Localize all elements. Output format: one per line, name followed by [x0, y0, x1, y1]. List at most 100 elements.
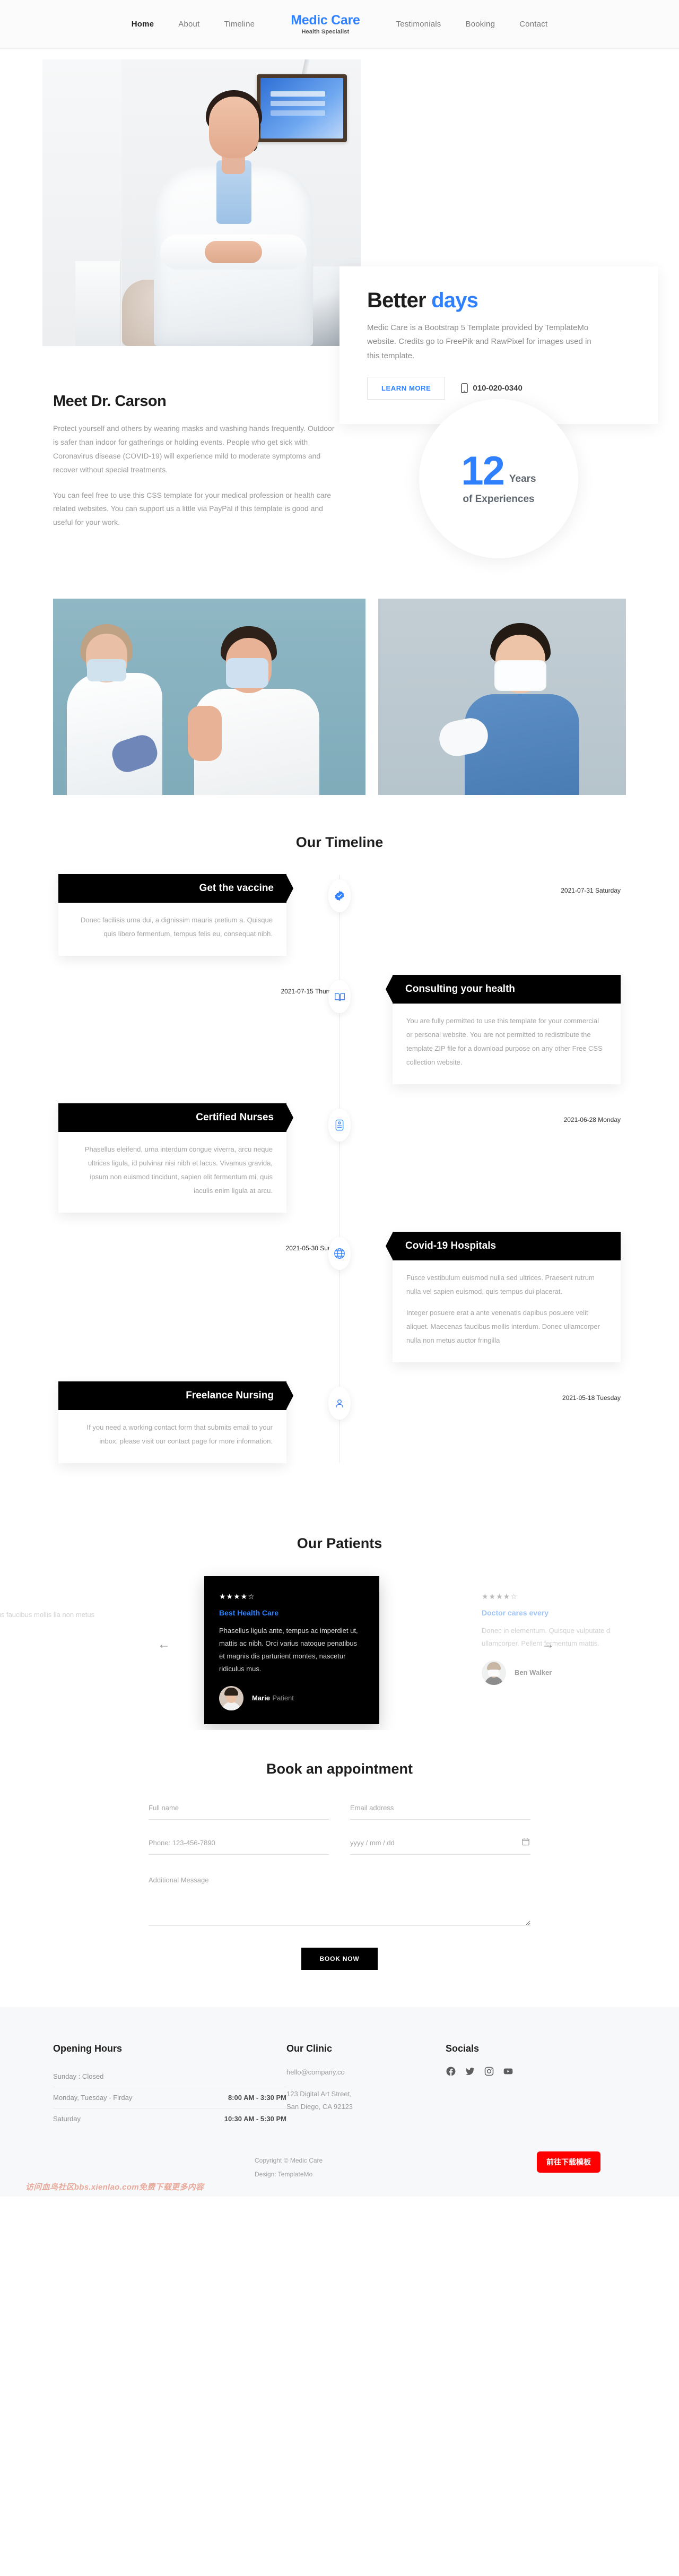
- timeline-date: 2021-06-28 Monday: [563, 1116, 621, 1123]
- nav-link-home[interactable]: Home: [132, 20, 154, 29]
- hero-section: Better days Medic Care is a Bootstrap 5 …: [0, 49, 679, 424]
- gallery-image-vaccination: [53, 599, 365, 795]
- instagram-icon[interactable]: [484, 2066, 494, 2077]
- timeline-date: 2021-05-18 Tuesday: [562, 1394, 621, 1402]
- timeline-section: Our Timeline Get the vaccine Donec facil…: [0, 795, 679, 1503]
- testimonial-quote: venatis dapibus faucibus mollis lla non …: [0, 1611, 95, 1619]
- timeline-card: Certified Nurses Phasellus eleifend, urn…: [58, 1103, 286, 1213]
- timeline-paragraph: If you need a working contact form that …: [86, 1423, 273, 1445]
- clinic-email[interactable]: hello@company.co: [286, 2066, 446, 2079]
- timeline-item: Get the vaccine Donec facilisis urna dui…: [58, 874, 621, 956]
- hours-row: Saturday 10:30 AM - 5:30 PM: [53, 2108, 286, 2129]
- nav-link-about[interactable]: About: [178, 20, 199, 29]
- experience-of-label: of Experiences: [463, 494, 535, 505]
- timeline-item: 2021-07-15 Thursday Consulting your heal…: [58, 975, 621, 1084]
- timeline-paragraph: Donec facilisis urna dui, a dignissim ma…: [81, 916, 273, 938]
- book-icon: [328, 980, 351, 1013]
- patients-title: Our Patients: [297, 1535, 382, 1551]
- fullname-input[interactable]: [149, 1799, 329, 1820]
- timeline-date: 2021-07-15 Thursday: [281, 988, 342, 995]
- timeline-paragraph: Fusce vestibulum euismod nulla sed ultri…: [406, 1274, 595, 1295]
- hero-title-accent: days: [431, 289, 478, 312]
- testimonial-card-active[interactable]: ★★★★☆ Best Health Care Phasellus ligula …: [204, 1576, 379, 1725]
- booking-title: Book an appointment: [266, 1761, 413, 1777]
- timeline-date: 2021-07-31 Saturday: [561, 887, 621, 894]
- nav-link-booking[interactable]: Booking: [466, 20, 495, 29]
- clinic-address: 123 Digital Art Street, San Diego, CA 92…: [286, 2089, 353, 2111]
- page-root: Home About Timeline Medic Care Health Sp…: [0, 0, 679, 2197]
- globe-icon: [328, 1237, 351, 1270]
- booking-form: BOOK NOW: [149, 1799, 530, 1970]
- date-input[interactable]: [350, 1834, 530, 1855]
- about-section: Meet Dr. Carson Protect yourself and oth…: [0, 356, 679, 580]
- star-rating: ★★★★☆: [219, 1592, 255, 1601]
- testimonial-carousel: ★★★★☆ venatis dapibus faucibus mollis ll…: [0, 1576, 679, 1725]
- timeline-card-body: Fusce vestibulum euismod nulla sed ultri…: [393, 1260, 621, 1362]
- timeline-card-title: Get the vaccine: [58, 874, 286, 903]
- site-brand[interactable]: Medic Care Health Specialist: [291, 13, 360, 35]
- youtube-icon[interactable]: [503, 2066, 513, 2077]
- hours-row: Sunday : Closed: [53, 2066, 286, 2087]
- star-rating: ★★★★☆: [0, 1592, 102, 1601]
- timeline-card-title: Freelance Nursing: [58, 1381, 286, 1410]
- nav-link-testimonials[interactable]: Testimonials: [396, 20, 441, 29]
- timeline-date: 2021-05-30 Sunday: [285, 1244, 342, 1252]
- timeline-title: Our Timeline: [295, 834, 384, 850]
- about-text-column: Meet Dr. Carson Protect yourself and oth…: [42, 393, 340, 558]
- timeline-card: Freelance Nursing If you need a working …: [58, 1381, 286, 1463]
- testimonial-person: Ben Walker: [482, 1661, 627, 1685]
- phone-input[interactable]: [149, 1834, 329, 1855]
- download-template-button[interactable]: 前往下载模板: [537, 2151, 600, 2173]
- timeline-card: Consulting your health You are fully per…: [393, 975, 621, 1084]
- certificate-icon: [328, 1109, 351, 1142]
- experience-number: 12: [461, 448, 505, 494]
- testimonial-heading: Doctor cares every: [482, 1609, 549, 1617]
- experience-years-label: Years: [509, 473, 536, 485]
- hours-time: 8:00 AM - 3:30 PM: [228, 2094, 286, 2102]
- hero-image-doctor: [42, 59, 361, 346]
- footer-copyright-area: Copyright © Medic Care Design: TemplateM…: [42, 2151, 637, 2182]
- testimonial-quote: Donec in elementum. Quisque vulputate d …: [482, 1627, 611, 1648]
- email-input[interactable]: [350, 1799, 530, 1820]
- hours-day: Monday, Tuesday - Firday: [53, 2094, 133, 2102]
- nav-link-timeline[interactable]: Timeline: [224, 20, 255, 29]
- check-badge-icon: [328, 879, 351, 912]
- hours-day: Sunday : Closed: [53, 2072, 104, 2080]
- experience-badge: 12 Years of Experiences: [419, 399, 578, 558]
- about-paragraph-1: Protect yourself and others by wearing m…: [53, 424, 335, 474]
- timeline-card-title: Certified Nurses: [58, 1103, 286, 1132]
- clinic-heading: Our Clinic: [286, 2043, 333, 2054]
- about-paragraph-2: You can feel free to use this CSS templa…: [53, 490, 331, 527]
- book-now-button[interactable]: BOOK NOW: [301, 1948, 378, 1970]
- timeline-card-body: Donec facilisis urna dui, a dignissim ma…: [58, 903, 286, 956]
- timeline-card-body: If you need a working contact form that …: [58, 1410, 286, 1463]
- arrow-left-icon[interactable]: ←: [155, 1636, 173, 1654]
- nav-link-contact[interactable]: Contact: [519, 20, 547, 29]
- calendar-icon[interactable]: [522, 1838, 529, 1848]
- opening-hours-heading: Opening Hours: [53, 2043, 122, 2054]
- testimonial-card-next[interactable]: ★★★★☆ Doctor cares every Donec in elemen…: [467, 1576, 642, 1699]
- hours-time: 10:30 AM - 5:30 PM: [224, 2115, 286, 2123]
- testimonial-quote: Phasellus ligula ante, tempus ac imperdi…: [219, 1627, 358, 1673]
- testimonials-section: Our Patients ★★★★☆ venatis dapibus fauci…: [0, 1503, 679, 1730]
- testimonial-name: Marie: [252, 1694, 270, 1702]
- timeline-paragraph: Integer posuere erat a ante venenatis da…: [406, 1309, 600, 1344]
- testimonial-role: Patient: [272, 1694, 294, 1702]
- watermark-text: 访问血鸟社区bbs.xienlao.com免费下载更多内容: [25, 2182, 204, 2192]
- site-footer: Opening Hours Sunday : Closed Monday, Tu…: [0, 2007, 679, 2197]
- avatar: [219, 1686, 243, 1711]
- gallery-image-nurse: [378, 599, 626, 795]
- about-experience-column: 12 Years of Experiences: [361, 393, 637, 558]
- facebook-icon[interactable]: [446, 2066, 456, 2077]
- testimonial-card-prev[interactable]: ★★★★☆ venatis dapibus faucibus mollis ll…: [0, 1576, 117, 1635]
- timeline-list: Get the vaccine Donec facilisis urna dui…: [58, 874, 621, 1463]
- message-textarea[interactable]: [149, 1871, 530, 1926]
- timeline-card-title: Consulting your health: [393, 975, 621, 1004]
- timeline-paragraph: Phasellus eleifend, urna interdum congue…: [84, 1145, 273, 1195]
- gallery-section: [37, 599, 642, 795]
- brand-title: Medic Care: [291, 13, 360, 28]
- twitter-icon[interactable]: [465, 2066, 475, 2077]
- star-rating: ★★★★☆: [482, 1592, 518, 1601]
- timeline-card: Get the vaccine Donec facilisis urna dui…: [58, 874, 286, 956]
- timeline-paragraph: You are fully permitted to use this temp…: [406, 1017, 603, 1066]
